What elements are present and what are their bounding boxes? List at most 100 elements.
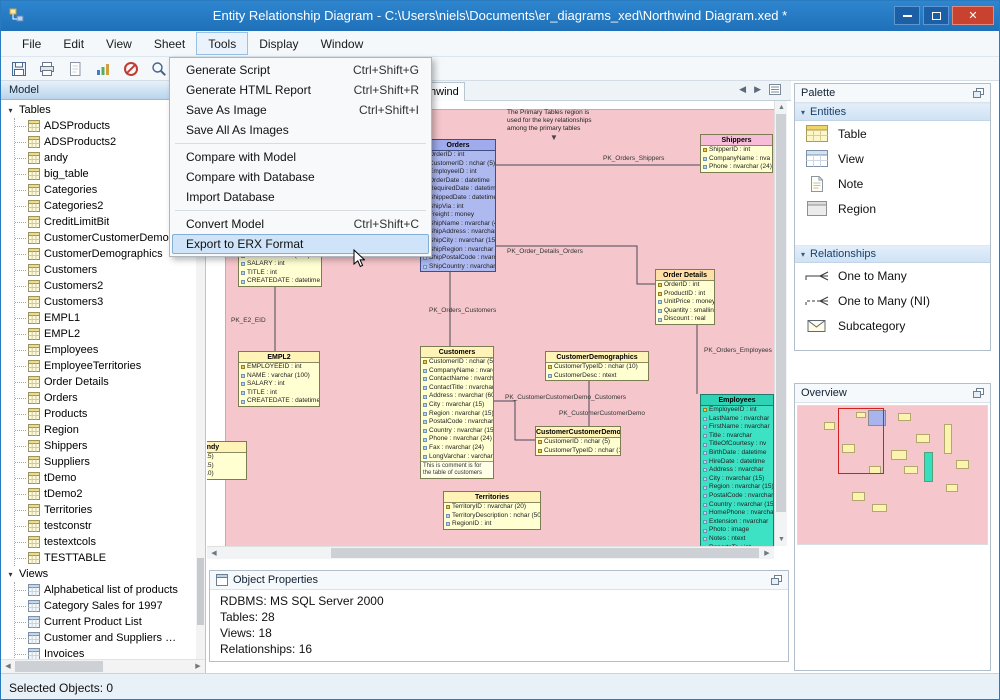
expand-triangle-icon[interactable]: ▾ xyxy=(6,570,15,579)
entity-andy[interactable]: andynchar (15)nchar (15)nchar (10) xyxy=(207,441,247,480)
field-label: ShipPostalCode : nvarchar (10) xyxy=(429,254,495,262)
titlebar[interactable]: Entity Relationship Diagram - C:\Users\n… xyxy=(1,1,999,31)
subcategory-icon xyxy=(803,319,830,333)
palette-section-relationships[interactable]: ▾ Relationships xyxy=(795,245,990,263)
entity-shippers[interactable]: Shippers ShipperID : int CompanyName : nva… xyxy=(700,134,773,173)
tree-item-customers[interactable]: Customers xyxy=(15,262,196,278)
expand-triangle-icon[interactable]: ▾ xyxy=(6,106,15,115)
tree-item-empl1[interactable]: EMPL1 xyxy=(15,310,196,326)
tree-item-products[interactable]: Products xyxy=(15,406,196,422)
palette-item-view[interactable]: View xyxy=(795,146,990,171)
tree-item-alphabetical-list-of-products[interactable]: Alphabetical list of products xyxy=(15,582,196,598)
zoom-button[interactable] xyxy=(149,59,169,79)
float-panel-icon[interactable] xyxy=(973,88,984,98)
menu-sheet[interactable]: Sheet xyxy=(143,32,196,55)
tree-item-testconstr[interactable]: testconstr xyxy=(15,518,196,534)
float-panel-icon[interactable] xyxy=(771,575,782,585)
scroll-left-icon[interactable]: ◀ xyxy=(207,547,221,560)
tree-item-category-sales-for-1997[interactable]: Category Sales for 1997 xyxy=(15,598,196,614)
close-button[interactable]: ✕ xyxy=(952,6,994,25)
new-sheet-button[interactable] xyxy=(65,59,85,79)
scroll-right-icon[interactable]: ▶ xyxy=(760,547,774,560)
tree-item-invoices[interactable]: Invoices xyxy=(15,646,196,659)
tree-item-employeeterritories[interactable]: EmployeeTerritories xyxy=(15,358,196,374)
menu-view[interactable]: View xyxy=(95,32,143,55)
tree-item-testextcols[interactable]: testextcols xyxy=(15,534,196,550)
menu-file[interactable]: File xyxy=(11,32,52,55)
tree-item-tdemo2[interactable]: tDemo2 xyxy=(15,486,196,502)
menu-item-compare-with-model[interactable]: Compare with Model xyxy=(172,147,429,167)
save-button[interactable] xyxy=(9,59,29,79)
entity-empl2[interactable]: EMPL2 EMPLOYEEID : int NAME : varchar (100… xyxy=(238,351,320,407)
tree-root-views[interactable]: ▾ Views xyxy=(1,566,196,582)
tree-root-tables[interactable]: ▾ Tables xyxy=(1,102,196,118)
scroll-right-icon[interactable]: ▶ xyxy=(191,660,205,673)
scrollbar-thumb[interactable] xyxy=(15,661,103,672)
tree-item-testtable[interactable]: TESTTABLE xyxy=(15,550,196,566)
object-properties-header[interactable]: Object Properties xyxy=(210,571,788,590)
palette-section-entities[interactable]: ▾ Entities xyxy=(795,103,990,121)
print-button[interactable] xyxy=(37,59,57,79)
menu-item-generate-script[interactable]: Generate Script Ctrl+Shift+G xyxy=(172,60,429,80)
tree-item-region[interactable]: Region xyxy=(15,422,196,438)
minimize-button[interactable] xyxy=(894,6,920,25)
menu-item-compare-with-database[interactable]: Compare with Database xyxy=(172,167,429,187)
palette-header[interactable]: Palette xyxy=(795,84,990,103)
overview-viewport[interactable] xyxy=(838,408,884,474)
tree-item-tdemo[interactable]: tDemo xyxy=(15,470,196,486)
scroll-up-icon[interactable]: ▲ xyxy=(775,101,788,114)
tree-item-shippers[interactable]: Shippers xyxy=(15,438,196,454)
menu-item-save-all-as-images[interactable]: Save All As Images xyxy=(172,120,429,140)
menu-item-import-database[interactable]: Import Database xyxy=(172,187,429,207)
menu-window[interactable]: Window xyxy=(310,32,375,55)
menu-display[interactable]: Display xyxy=(248,32,309,55)
menu-item-export-to-erx-format[interactable]: Export to ERX Format xyxy=(172,234,429,254)
tree-item-suppliers[interactable]: Suppliers xyxy=(15,454,196,470)
tree-item-current-product-list[interactable]: Current Product List xyxy=(15,614,196,630)
tree-item-order-details[interactable]: Order Details xyxy=(15,374,196,390)
maximize-button[interactable] xyxy=(923,6,949,25)
overview-entity-rect xyxy=(898,413,911,421)
scroll-down-icon[interactable]: ▼ xyxy=(775,533,788,546)
palette-item-table[interactable]: Table xyxy=(795,121,990,146)
tab-scroll-left-icon[interactable]: ◀ xyxy=(739,84,746,95)
palette-item-note[interactable]: Note xyxy=(795,171,990,196)
entity-customerdemographics[interactable]: CustomerDemographics CustomerTypeID : nch… xyxy=(545,351,649,382)
tree-item-customers3[interactable]: Customers3 xyxy=(15,294,196,310)
scrollbar-thumb[interactable] xyxy=(776,114,786,512)
tree-item-customer-and-suppliers-by-city[interactable]: Customer and Suppliers by City xyxy=(15,630,196,646)
tree-item-customers2[interactable]: Customers2 xyxy=(15,278,196,294)
palette-item-region[interactable]: Region xyxy=(795,196,990,221)
palette-item-one-to-many-ni[interactable]: One to Many (NI) xyxy=(795,288,990,313)
tree-item-employees[interactable]: Employees xyxy=(15,342,196,358)
tree-item-territories[interactable]: Territories xyxy=(15,502,196,518)
menu-edit[interactable]: Edit xyxy=(52,32,95,55)
tab-scroll-right-icon[interactable]: ▶ xyxy=(754,84,761,95)
tree-item-empl2[interactable]: EMPL2 xyxy=(15,326,196,342)
palette-item-subcategory[interactable]: Subcategory xyxy=(795,313,990,338)
tree-horizontal-scrollbar[interactable]: ◀ ▶ xyxy=(1,659,205,673)
palette-item-label: Region xyxy=(838,201,877,216)
entity-employees[interactable]: Employees EmployeeID : int LastName : nvar… xyxy=(700,394,774,546)
overview-map[interactable] xyxy=(797,405,988,545)
scrollbar-thumb[interactable] xyxy=(197,558,204,626)
entity-customers[interactable]: Customers CustomerID : nchar (5) CompanyNa… xyxy=(420,346,494,479)
tab-list-icon[interactable] xyxy=(769,84,781,95)
menu-tools[interactable]: Tools xyxy=(196,32,249,55)
scroll-left-icon[interactable]: ◀ xyxy=(1,660,15,673)
entity-territories[interactable]: Territories TerritoryID : nvarchar (20) Te… xyxy=(443,491,541,530)
canvas-vertical-scrollbar[interactable]: ▲ ▼ xyxy=(774,101,787,546)
menu-item-save-as-image[interactable]: Save As Image Ctrl+Shift+I xyxy=(172,100,429,120)
canvas-horizontal-scrollbar[interactable]: ◀ ▶ xyxy=(207,546,774,559)
float-panel-icon[interactable] xyxy=(973,388,984,398)
forbidden-button[interactable] xyxy=(121,59,141,79)
menu-item-generate-html-report[interactable]: Generate HTML Report Ctrl+Shift+R xyxy=(172,80,429,100)
menu-item-convert-model[interactable]: Convert Model Ctrl+Shift+C xyxy=(172,214,429,234)
entity-customercustomerdemo[interactable]: CustomerCustomerDemo CustomerID : nchar (… xyxy=(535,426,621,457)
overview-header[interactable]: Overview xyxy=(795,384,990,403)
tree-item-orders[interactable]: Orders xyxy=(15,390,196,406)
entity-order-details[interactable]: Order Details OrderID : int ProductID : in… xyxy=(655,269,715,325)
scrollbar-thumb[interactable] xyxy=(331,548,759,558)
report-button[interactable] xyxy=(93,59,113,79)
palette-item-one-to-many[interactable]: One to Many xyxy=(795,263,990,288)
